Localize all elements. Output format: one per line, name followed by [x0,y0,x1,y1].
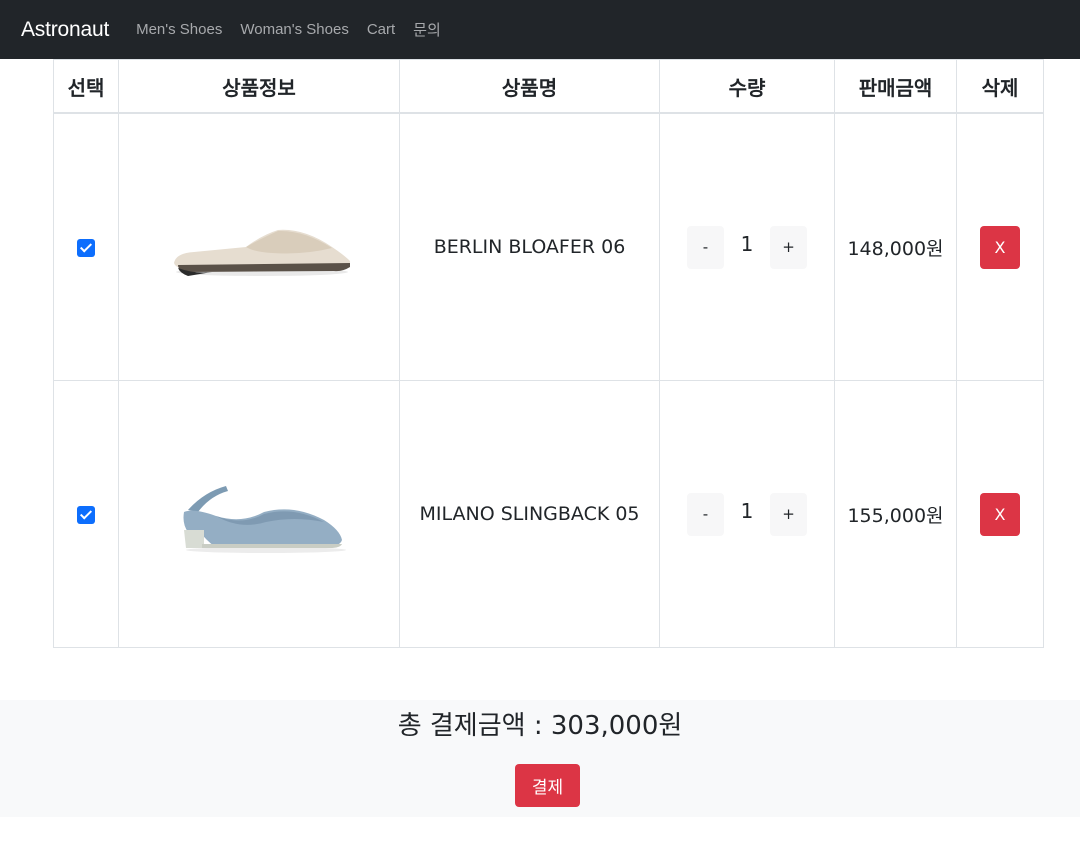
quantity-value: 1 [740,499,754,523]
pay-button[interactable]: 결제 [515,764,580,807]
product-name: MILANO SLINGBACK 05 [419,503,640,525]
table-row: BERLIN BLOAFER 06 - 1 + 148,000원 X [53,112,1044,381]
select-checkbox[interactable] [77,505,95,524]
header-quantity: 수량 [659,59,835,114]
quantity-stepper: - 1 + [660,225,834,269]
header-product-name: 상품명 [399,59,660,114]
slingback-image [183,486,346,553]
navbar: Astronaut Men's Shoes Woman's Shoes Cart… [0,0,1080,59]
quantity-cell: - 1 + [659,112,835,381]
header-price: 판매금액 [834,59,957,114]
product-price: 148,000원 [847,237,944,260]
increase-quantity-button[interactable]: + [770,492,807,536]
product-name: BERLIN BLOAFER 06 [433,236,626,258]
select-cell [53,380,119,648]
delete-button[interactable]: X [980,225,1020,269]
quantity-value: 1 [740,232,754,256]
decrease-quantity-button[interactable]: - [687,492,724,536]
select-checkbox[interactable] [77,238,95,257]
quantity-stepper: - 1 + [660,492,834,536]
header-delete: 삭제 [956,59,1044,114]
table-row: MILANO SLINGBACK 05 - 1 + 155,000원 X [53,380,1044,648]
product-image-cell [118,112,400,381]
delete-button[interactable]: X [980,492,1020,536]
delete-cell: X [956,112,1044,381]
nav-link-mens-shoes[interactable]: Men's Shoes [136,21,222,38]
select-cell [53,112,119,381]
price-cell: 155,000원 [834,380,957,648]
price-cell: 148,000원 [834,112,957,381]
product-name-cell: BERLIN BLOAFER 06 [399,112,660,381]
increase-quantity-button[interactable]: + [770,225,807,269]
delete-cell: X [956,380,1044,648]
product-name-cell: MILANO SLINGBACK 05 [399,380,660,648]
checkout-summary: 총 결제금액 : 303,000원 결제 [0,700,1080,817]
table-header-row: 선택 상품정보 상품명 수량 판매금액 삭제 [53,59,1044,114]
product-image-cell [118,380,400,648]
decrease-quantity-button[interactable]: - [687,225,724,269]
product-price: 155,000원 [847,504,944,527]
brand-logo[interactable]: Astronaut [21,18,109,42]
nav-link-womans-shoes[interactable]: Woman's Shoes [240,21,348,38]
cart-table: 선택 상품정보 상품명 수량 판매금액 삭제 BERLIN BLOAFER 06… [53,59,1044,648]
header-product-info: 상품정보 [118,59,400,114]
quantity-cell: - 1 + [659,380,835,648]
nav-link-cart[interactable]: Cart [367,21,395,38]
nav-link-inquiry[interactable]: 문의 [413,19,441,40]
loafer-image [174,229,351,276]
total-amount: 총 결제금액 : 303,000원 [397,711,683,741]
header-select: 선택 [53,59,119,114]
